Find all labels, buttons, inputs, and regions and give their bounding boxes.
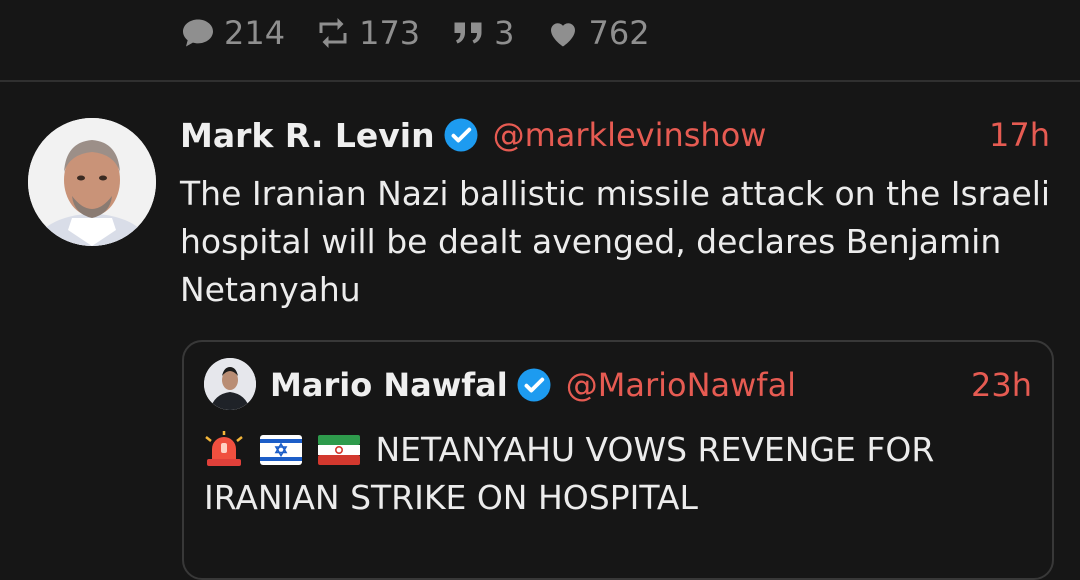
comment-icon bbox=[183, 19, 213, 47]
quoted-author-handle[interactable]: @MarioNawfal bbox=[566, 366, 796, 404]
israel-flag-icon bbox=[259, 435, 302, 465]
tweet-text-line: The Iranian Nazi ballistic missile attac… bbox=[180, 174, 1051, 213]
quoted-tweet-text: NETANYAHU VOWS REVENGE FOR IRANIAN STRIK… bbox=[204, 426, 1024, 522]
author-name[interactable]: Mark R. Levin bbox=[180, 116, 435, 155]
verified-badge-icon bbox=[517, 368, 551, 402]
avatar[interactable] bbox=[28, 118, 156, 246]
like-count-label: 762 bbox=[588, 14, 650, 52]
iran-flag-icon bbox=[318, 435, 360, 465]
previous-tweet-stats: 214 173 3 762 bbox=[180, 14, 680, 52]
reply-count[interactable]: 214 bbox=[180, 14, 285, 52]
quote-count[interactable]: 3 bbox=[450, 14, 515, 52]
author-handle[interactable]: @marklevinshow bbox=[493, 116, 767, 154]
retweet-icon bbox=[319, 18, 347, 48]
verified-badge-icon bbox=[444, 118, 478, 152]
like-count[interactable]: 762 bbox=[545, 14, 650, 52]
reply-count-label: 214 bbox=[224, 14, 286, 52]
quoted-tweet-header: Mario Nawfal @MarioNawfal 23h bbox=[270, 362, 1032, 408]
retweet-count-label: 173 bbox=[359, 14, 421, 52]
quoted-text-line1: NETANYAHU VOWS REVENGE FOR bbox=[375, 430, 935, 469]
tweet-header: Mark R. Levin @marklevinshow 17h bbox=[180, 112, 1050, 158]
quoted-avatar-portrait bbox=[204, 358, 256, 410]
heart-icon bbox=[550, 23, 575, 47]
quoted-author-name[interactable]: Mario Nawfal bbox=[270, 366, 508, 404]
tweet-text-line: hospital will be dealt avenged, declares… bbox=[180, 222, 1002, 261]
rotating-light-icon bbox=[205, 431, 243, 466]
quoted-text-line: NETANYAHU VOWS REVENGE FOR bbox=[204, 426, 1024, 474]
tweet-divider bbox=[0, 80, 1080, 82]
retweet-count[interactable]: 173 bbox=[315, 14, 420, 52]
tweet-text: The Iranian Nazi ballistic missile attac… bbox=[180, 170, 1060, 314]
quoted-text-line: IRANIAN STRIKE ON HOSPITAL bbox=[204, 478, 698, 517]
quote-icon bbox=[454, 22, 482, 44]
quoted-tweet-card[interactable]: Mario Nawfal @MarioNawfal 23h NETANYAHU … bbox=[182, 340, 1054, 580]
quoted-avatar[interactable] bbox=[204, 358, 256, 410]
tweet-timestamp[interactable]: 17h bbox=[989, 116, 1050, 154]
quote-count-label: 3 bbox=[494, 14, 515, 52]
avatar-portrait bbox=[28, 118, 156, 246]
tweet-text-line: Netanyahu bbox=[180, 270, 361, 309]
quoted-tweet-timestamp[interactable]: 23h bbox=[971, 366, 1032, 404]
